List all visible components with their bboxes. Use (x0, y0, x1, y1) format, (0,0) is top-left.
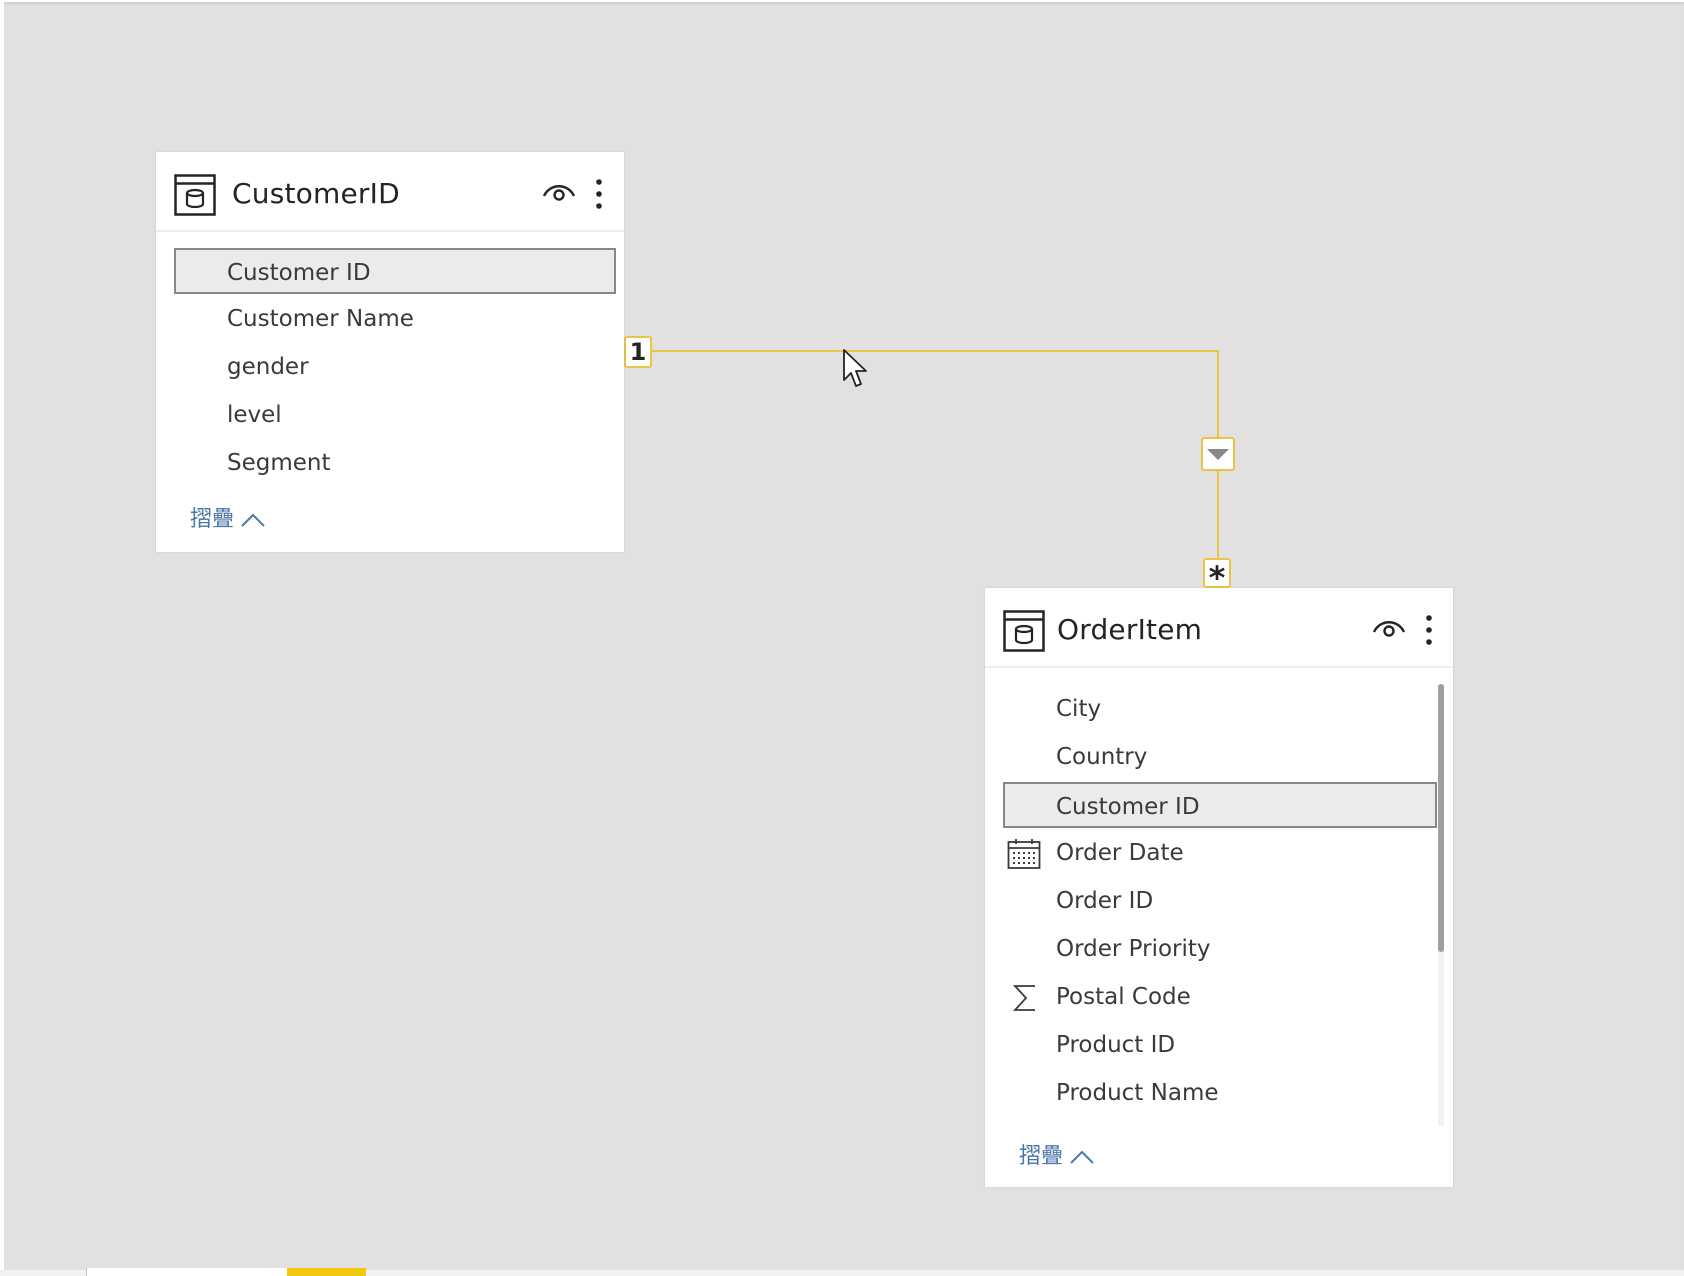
cardinality-many-badge: * (1203, 558, 1231, 596)
field-row[interactable]: Order Priority (1003, 926, 1437, 972)
field-list-scrollbar[interactable] (1438, 684, 1444, 1126)
table-card-header[interactable]: CustomerID (156, 152, 624, 232)
more-options-icon[interactable] (1425, 614, 1433, 646)
field-row[interactable]: Segment (174, 440, 616, 486)
table-icon (174, 174, 216, 216)
field-row[interactable]: Country (1003, 734, 1437, 780)
field-label: City (1056, 696, 1102, 722)
field-label: Order Priority (1056, 936, 1211, 962)
triangle-down-icon (1207, 449, 1229, 460)
field-row[interactable]: Postal Code (1003, 974, 1437, 1020)
collapse-link[interactable]: 摺疊 (1019, 1142, 1095, 1172)
calendar-icon (1007, 839, 1041, 869)
table-card-header[interactable]: OrderItem (985, 588, 1453, 668)
page-tab[interactable] (86, 1268, 287, 1276)
field-label: Product Name (1056, 1080, 1219, 1106)
field-row[interactable]: City (1003, 686, 1437, 732)
table-card-orderitem[interactable]: OrderItem City Country Customer ID Order… (985, 588, 1453, 1187)
page-tab-add[interactable] (287, 1268, 366, 1276)
field-row[interactable]: gender (174, 344, 616, 390)
field-row[interactable]: Customer ID (1003, 782, 1437, 828)
sigma-icon (1012, 985, 1035, 1011)
cross-filter-direction-badge[interactable] (1201, 437, 1235, 471)
collapse-label: 摺疊 (1019, 1144, 1064, 1169)
table-card-customerid[interactable]: CustomerID Customer ID Customer Name gen… (156, 152, 624, 552)
field-row[interactable]: Customer ID (174, 248, 616, 294)
cardinality-one-badge: 1 (624, 336, 652, 368)
field-label: Order ID (1056, 888, 1154, 914)
field-row[interactable]: level (174, 392, 616, 438)
collapse-link[interactable]: 摺疊 (190, 505, 266, 535)
field-label: level (227, 402, 282, 428)
field-row[interactable]: Order ID (1003, 878, 1437, 924)
chevron-up-icon (1070, 1150, 1094, 1164)
collapse-label: 摺疊 (190, 507, 235, 532)
field-row[interactable]: Order Date (1003, 830, 1437, 876)
field-label: Segment (227, 450, 331, 476)
more-options-icon[interactable] (595, 178, 603, 210)
eye-icon[interactable] (542, 180, 576, 204)
chevron-up-icon (241, 513, 265, 527)
field-label: Customer ID (227, 260, 371, 286)
relationship-line[interactable] (652, 350, 1218, 352)
table-title: OrderItem (1057, 613, 1203, 646)
table-title: CustomerID (232, 177, 400, 210)
table-icon (1003, 610, 1045, 652)
field-label: Customer ID (1056, 794, 1200, 820)
field-label: Product ID (1056, 1032, 1176, 1058)
eye-icon[interactable] (1372, 616, 1406, 640)
field-row[interactable]: Product ID (1003, 1022, 1437, 1068)
field-row[interactable]: Customer Name (174, 296, 616, 342)
field-label: Country (1056, 744, 1148, 770)
scrollbar-thumb[interactable] (1438, 684, 1444, 952)
field-row[interactable]: Product Name (1003, 1070, 1437, 1116)
field-label: Postal Code (1056, 984, 1191, 1010)
field-label: Order Date (1056, 840, 1184, 866)
mouse-cursor-icon (843, 349, 867, 387)
field-label: gender (227, 354, 309, 380)
field-label: Customer Name (227, 306, 414, 332)
